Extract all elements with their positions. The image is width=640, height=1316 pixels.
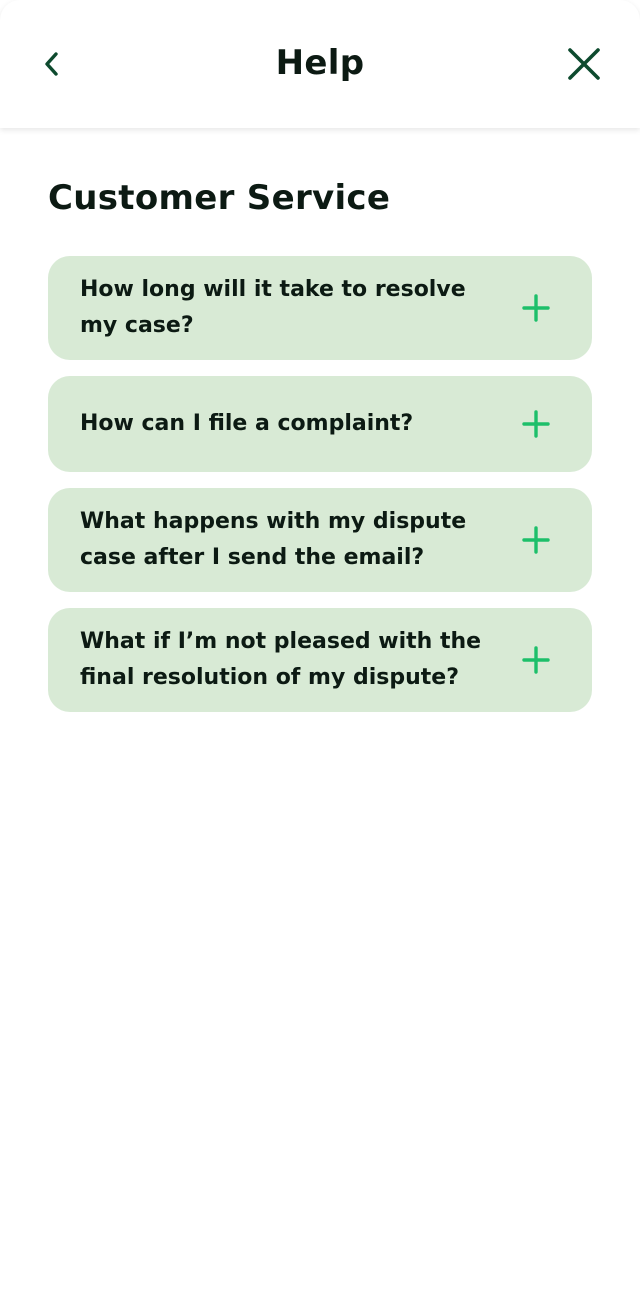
faq-question: How long will it take to resolve my case… [80, 277, 466, 338]
plus-icon [522, 294, 550, 322]
header-bar: Help [0, 0, 640, 128]
close-icon [568, 48, 600, 80]
faq-item[interactable]: How long will it take to resolve my case… [48, 256, 592, 360]
faq-item[interactable]: How can I file a complaint? [48, 376, 592, 472]
expand-button[interactable] [516, 404, 556, 444]
section-title: Customer Service [48, 178, 391, 218]
plus-icon [522, 646, 550, 674]
expand-button[interactable] [516, 640, 556, 680]
faq-question: What if I’m not pleased with the final r… [80, 629, 482, 690]
faq-item[interactable]: What happens with my dispute case after … [48, 488, 592, 592]
faq-question: How can I file a complaint? [80, 411, 414, 436]
faq-list: How long will it take to resolve my case… [48, 256, 592, 728]
expand-button[interactable] [516, 520, 556, 560]
page-title: Help [275, 43, 365, 83]
faq-question: What happens with my dispute case after … [80, 509, 467, 570]
expand-button[interactable] [516, 288, 556, 328]
plus-icon [522, 410, 550, 438]
plus-icon [522, 526, 550, 554]
faq-item[interactable]: What if I’m not pleased with the final r… [48, 608, 592, 712]
close-button[interactable] [552, 32, 616, 96]
